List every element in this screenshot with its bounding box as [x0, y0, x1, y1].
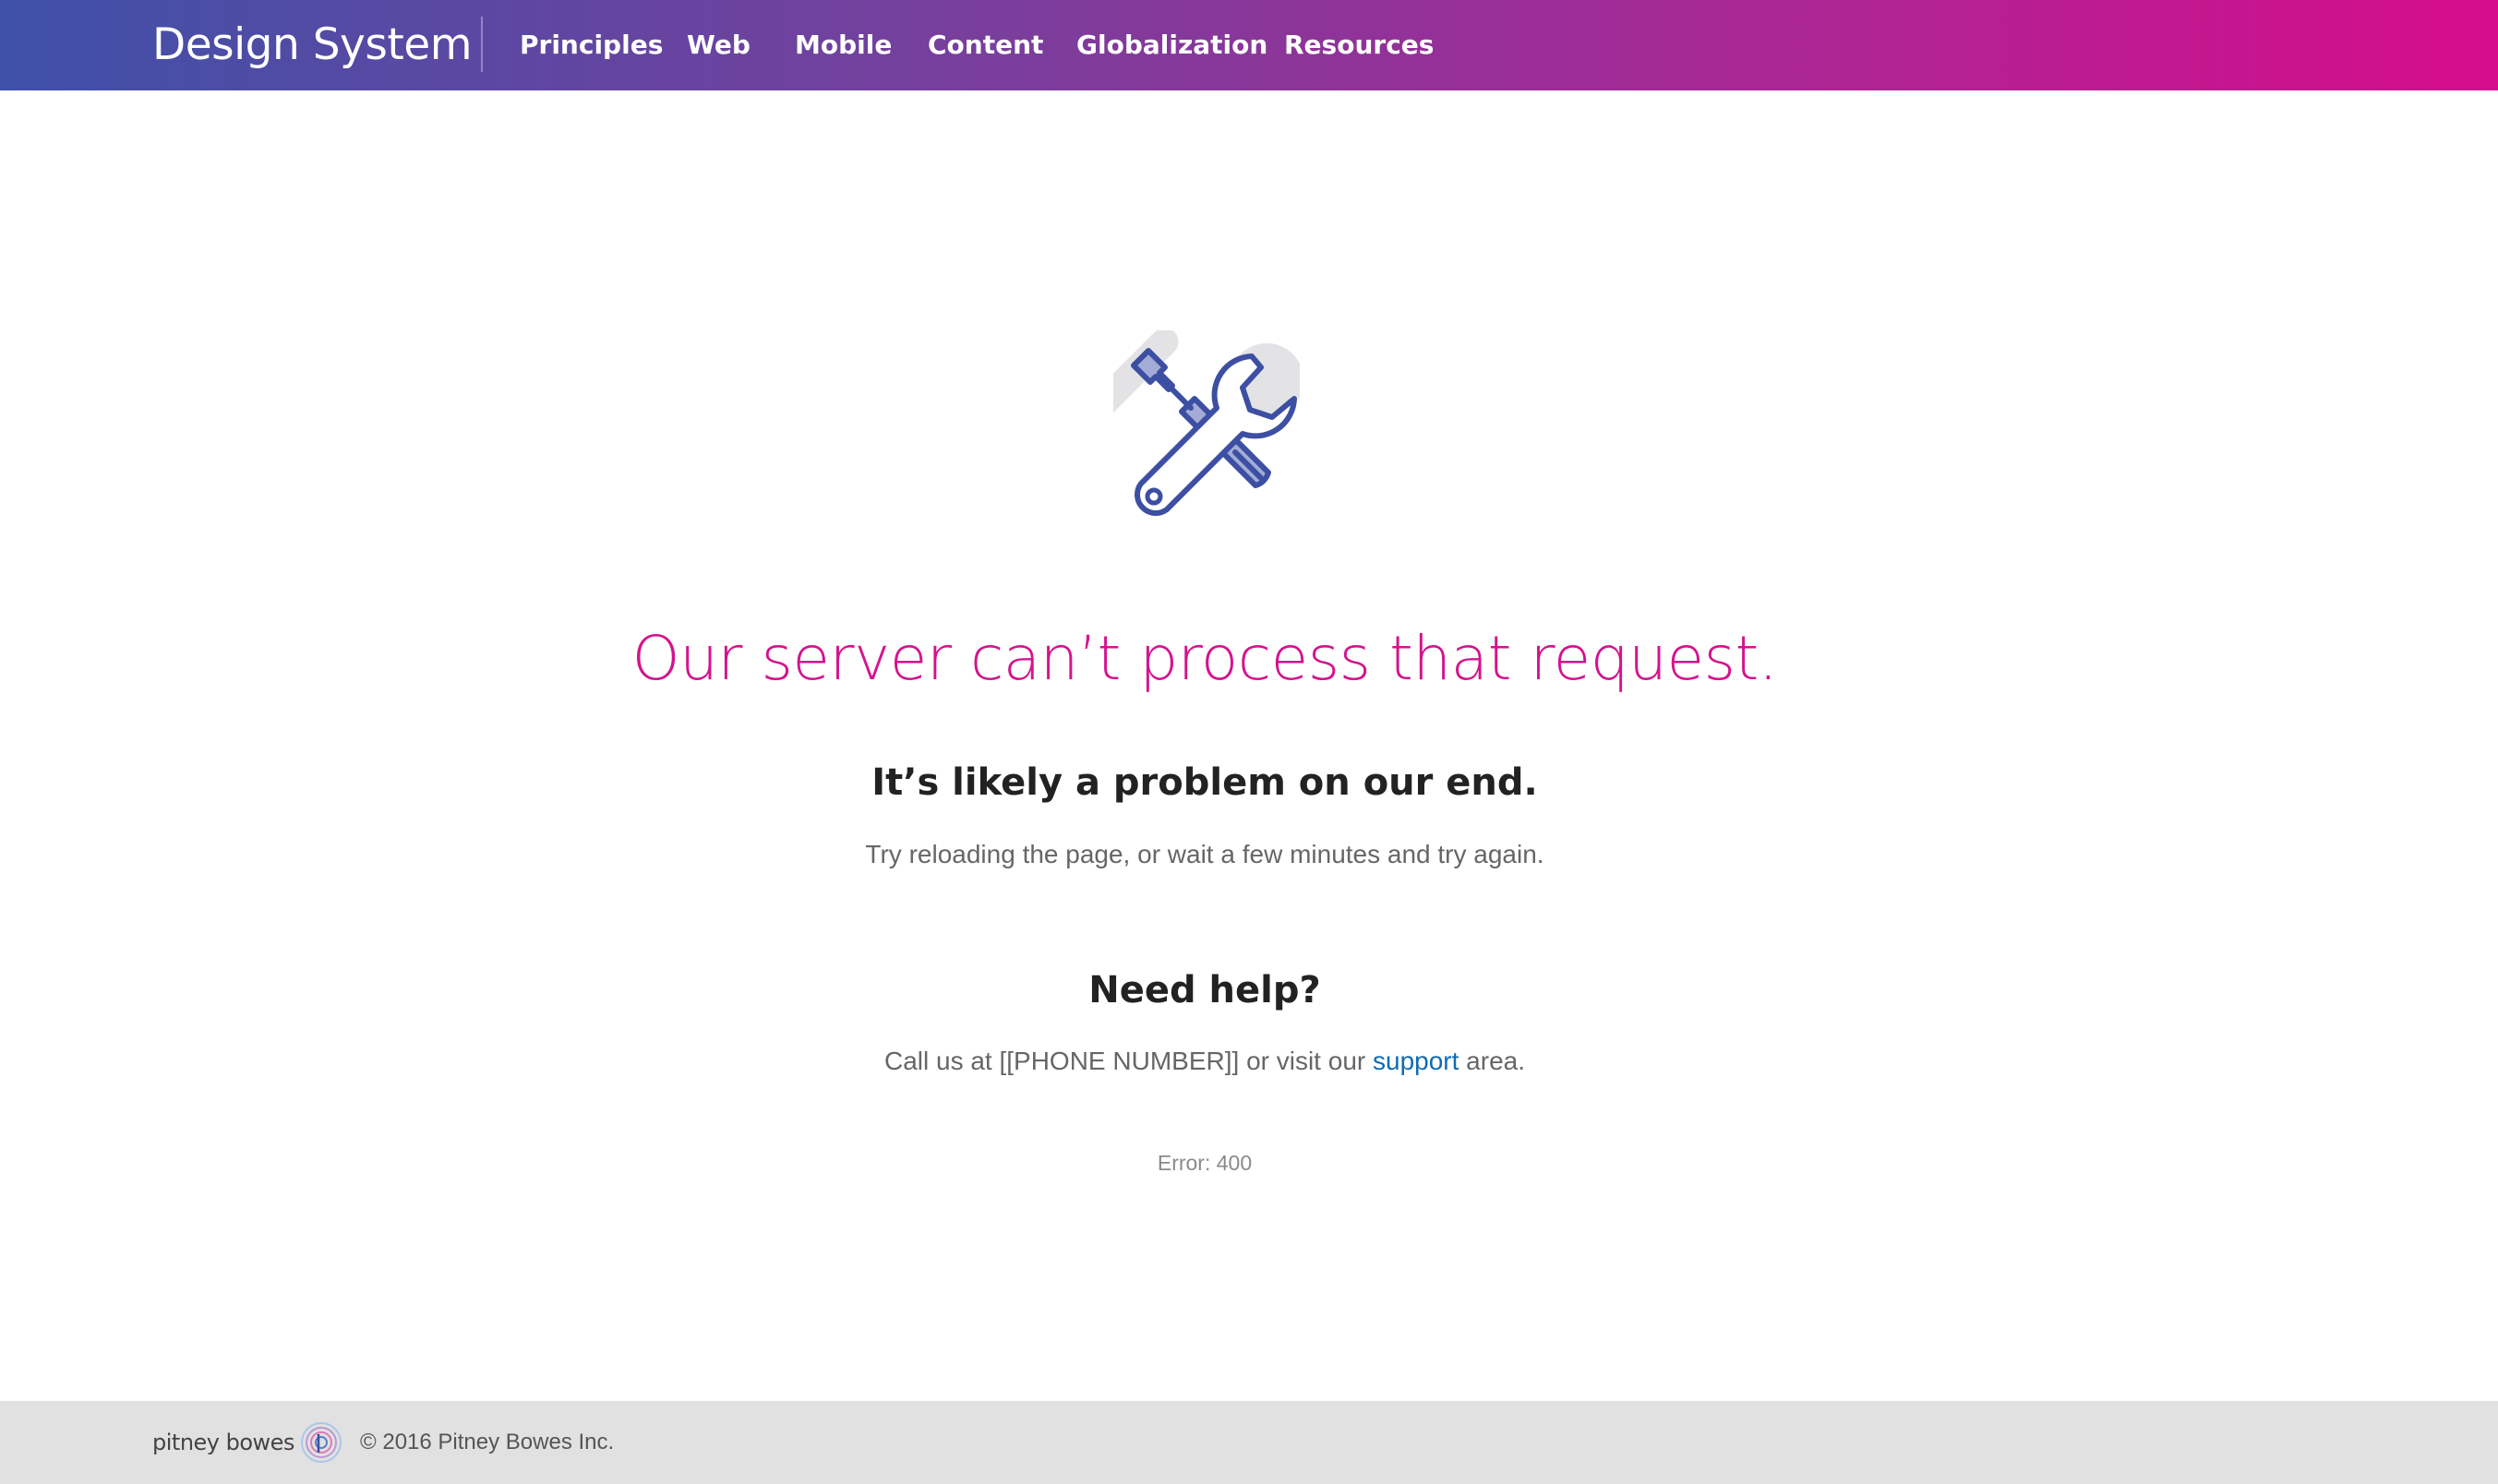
help-heading: Need help? — [1088, 969, 1321, 1012]
nav-item-principles[interactable]: Principles — [520, 24, 663, 66]
nav-item-content[interactable]: Content — [928, 24, 1043, 66]
error-headline: Our server can’t process that request. — [631, 623, 1778, 695]
wrench-screwdriver-icon — [1059, 328, 1304, 517]
help-text-prefix: Call us at [[PHONE NUMBER]] or visit our — [883, 1047, 1373, 1075]
pb-emblem-icon — [300, 1422, 342, 1463]
support-link[interactable]: support — [1373, 1047, 1459, 1075]
copyright-text: © 2016 Pitney Bowes Inc. — [360, 1430, 615, 1454]
nav-item-resources[interactable]: Resources — [1284, 24, 1434, 66]
pitney-bowes-logo[interactable]: pitney bowes — [152, 1419, 342, 1466]
logo-wordmark: pitney bowes — [152, 1430, 294, 1455]
help-text-suffix: area. — [1459, 1047, 1526, 1075]
nav-item-web[interactable]: Web — [687, 24, 751, 66]
error-subheading: It’s likely a problem on our end. — [871, 761, 1538, 805]
nav-divider — [481, 17, 483, 72]
footer: pitney bowes © 2016 Pitney Bowes Inc. — [0, 1401, 2498, 1484]
top-navigation-bar: Design System Principles Web Mobile Cont… — [0, 0, 2498, 90]
help-text: Call us at [[PHONE NUMBER]] or visit our… — [0, 1043, 2409, 1080]
nav-item-globalization[interactable]: Globalization — [1076, 24, 1267, 66]
error-code: Error: 400 — [1157, 1151, 1253, 1175]
nav-item-mobile[interactable]: Mobile — [795, 24, 892, 66]
error-instructions: Try reloading the page, or wait a few mi… — [865, 840, 1544, 868]
brand-link[interactable]: Design System — [152, 15, 472, 74]
